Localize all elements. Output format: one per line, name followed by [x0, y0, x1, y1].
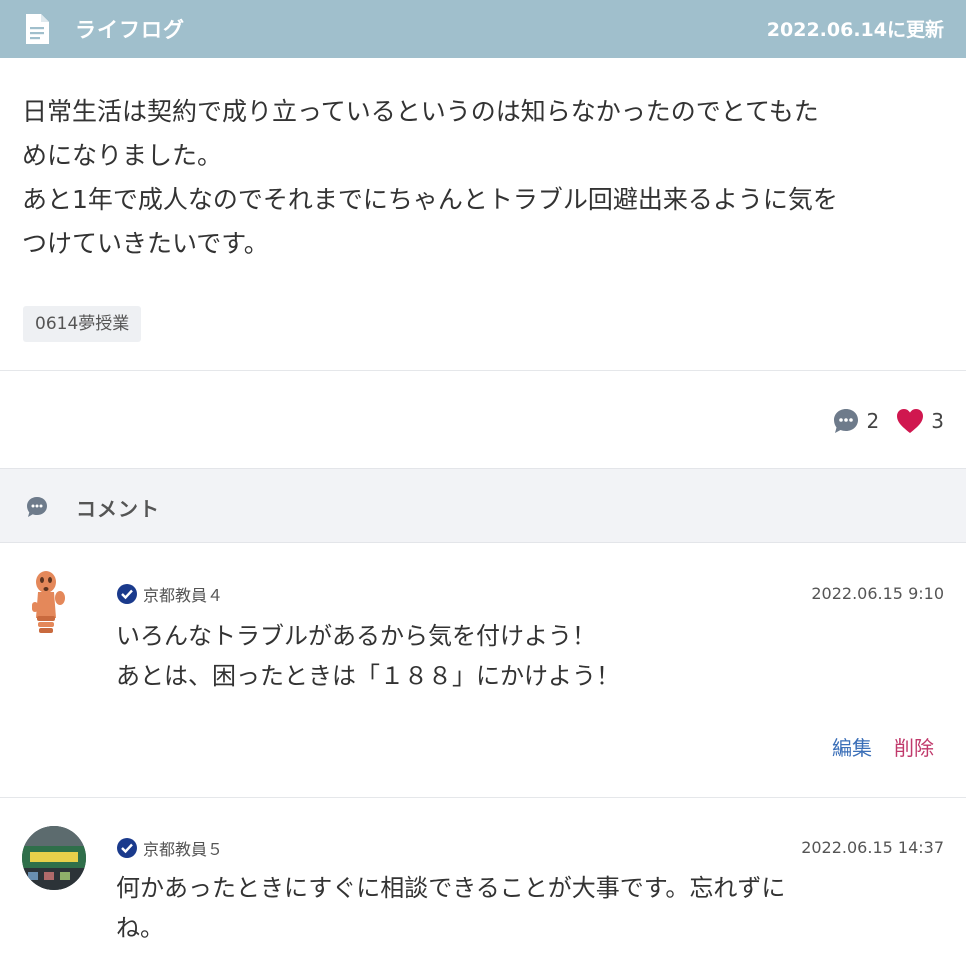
comment-actions: 編集 削除 [832, 732, 934, 761]
heart-icon[interactable] [895, 407, 925, 435]
edit-button[interactable]: 編集 [832, 732, 872, 761]
comment-count: 2 [866, 409, 880, 433]
updated-date: 2022.06.14に更新 [766, 19, 944, 41]
avatar [22, 826, 86, 890]
comment-author: 京都教員４ [116, 582, 223, 606]
page-title: ライフログ [75, 18, 185, 42]
comment-section-header: コメント [0, 468, 966, 543]
verified-check-icon [117, 584, 137, 604]
comment-text: 何かあったときにすぐに相談できることが大事です。忘れずに ね。 [116, 874, 786, 942]
post-body: 日常生活は契約で成り立っているというのは知らなかったのでとてもた めになりました… [22, 97, 838, 258]
avatar [32, 571, 65, 633]
comment-author: 京都教員５ [116, 836, 223, 860]
verified-check-icon [117, 838, 137, 858]
document-icon [26, 14, 49, 44]
comment-section-label: コメント [76, 497, 160, 521]
comment-icon [27, 497, 47, 517]
comment-time: 2022.06.15 14:37 [801, 838, 944, 857]
comment-time: 2022.06.15 9:10 [811, 584, 944, 603]
like-count: 3 [931, 409, 944, 433]
divider [0, 797, 966, 798]
comment-author-name[interactable]: 京都教員５ [143, 836, 223, 860]
comment-author-name[interactable]: 京都教員４ [143, 582, 223, 606]
lifelog-header: ライフログ 2022.06.14に更新 [0, 0, 966, 58]
comment-text: いろんなトラブルがあるから気を付けよう！ あとは、困ったときは「１８８」にかけよ… [116, 622, 620, 690]
post-stats: 2 3 [831, 405, 944, 437]
divider [0, 370, 966, 371]
delete-button[interactable]: 削除 [894, 732, 934, 761]
post-tag[interactable]: 0614夢授業 [23, 306, 142, 342]
comment-count-icon[interactable] [831, 406, 861, 436]
